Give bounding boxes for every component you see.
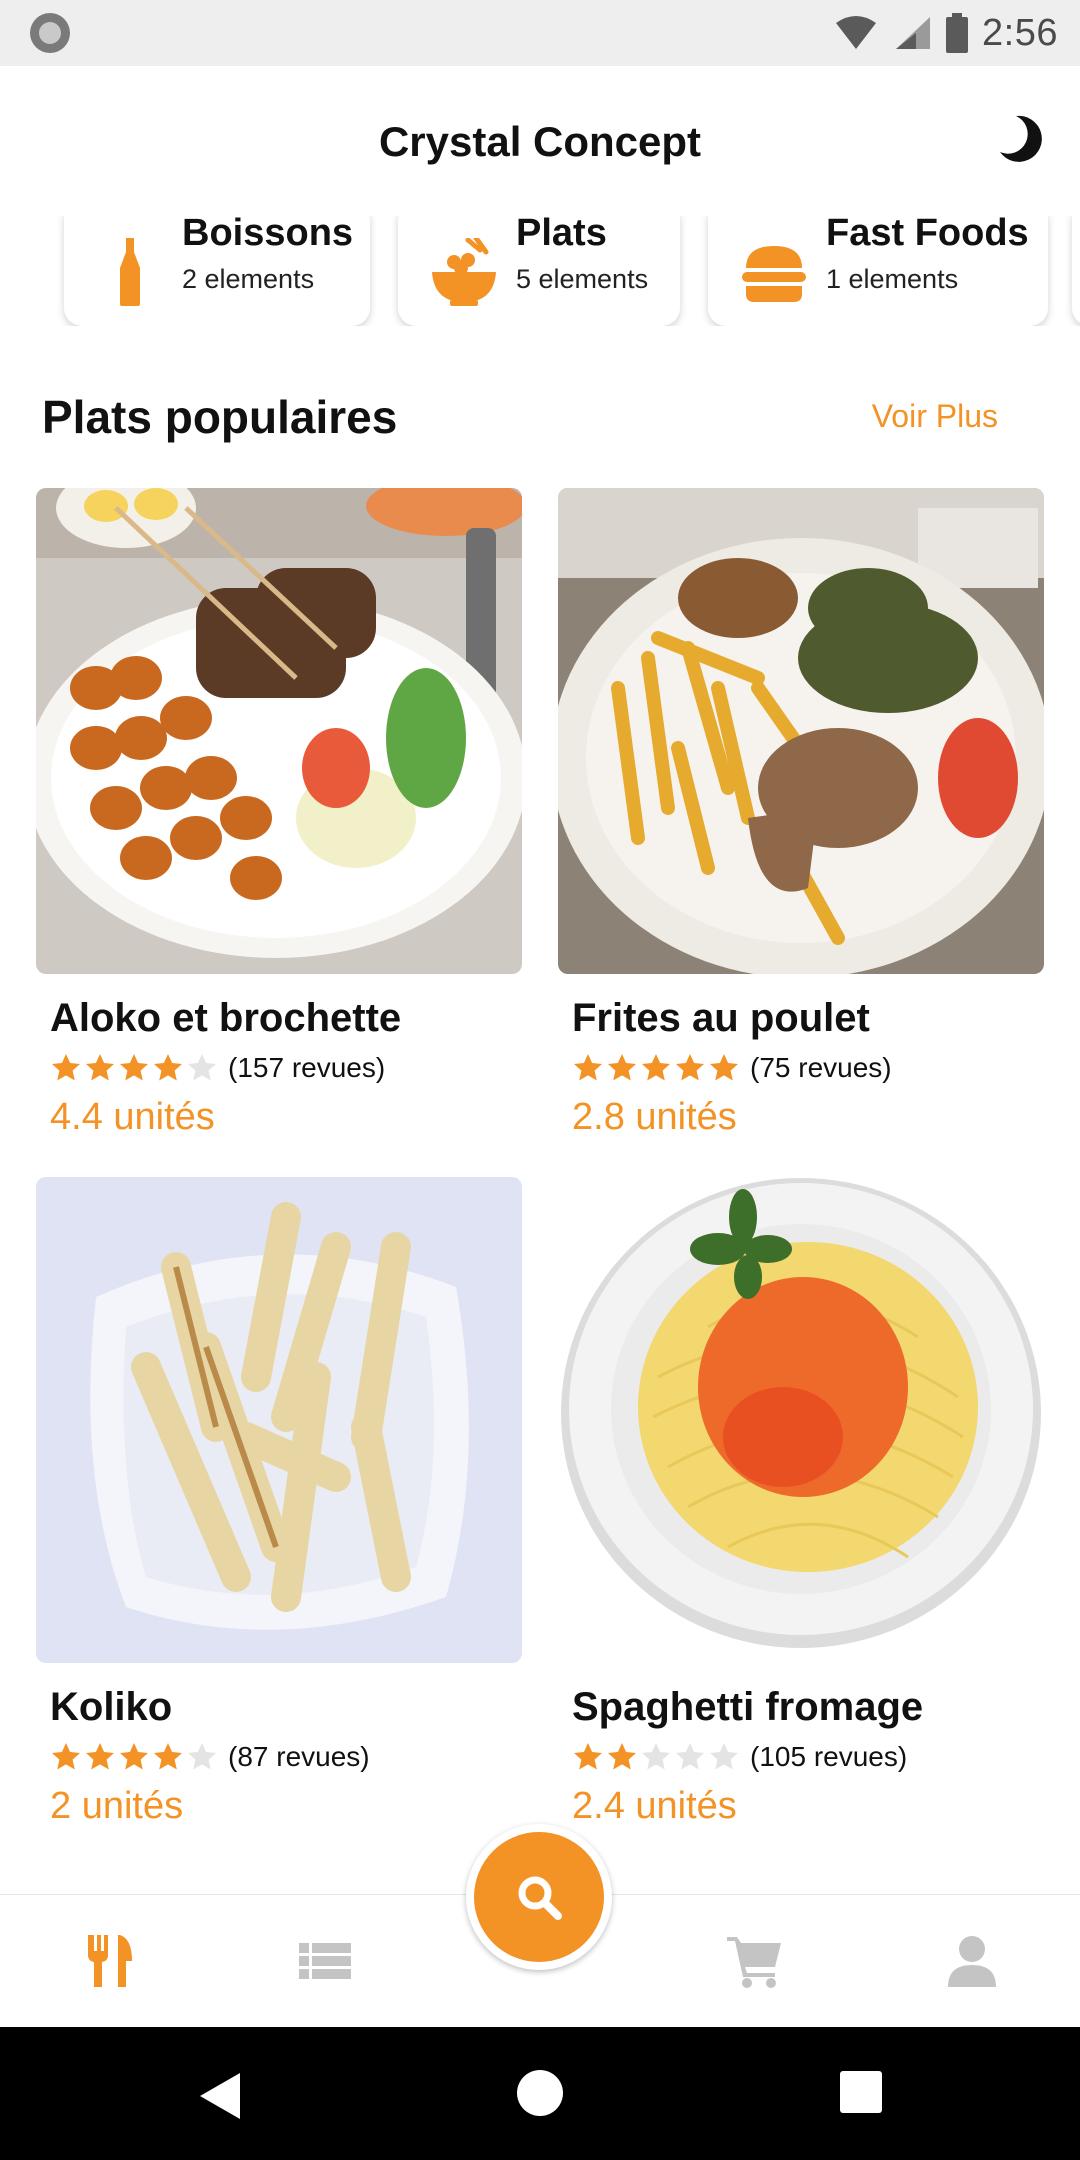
review-count: (75 revues) [750,1052,892,1083]
dish-price: 4.4 unités [50,1096,215,1138]
dish-rating: (105 revues) [572,1739,907,1775]
recents-icon[interactable] [838,2069,884,2115]
category-count: 2 elements [182,264,315,294]
dish-name: Koliko [50,1685,173,1729]
star-empty-icon [642,1743,670,1770]
see-more-link[interactable]: Voir Plus [872,398,998,435]
category-name: Boissons [182,216,354,254]
system-nav-bar [0,2027,1080,2160]
search-button-face [474,1832,604,1962]
status-time: 2:56 [982,11,1058,54]
search-icon [518,1876,562,1920]
dish-image[interactable] [558,488,1044,974]
star-filled-icon [710,1054,738,1081]
dish-image[interactable] [36,1177,522,1663]
user-icon[interactable] [942,1931,1002,1991]
back-icon[interactable] [196,2069,244,2123]
dish-card[interactable]: Koliko (87 revues) 2 unités [36,1177,522,1827]
star-filled-icon [676,1054,704,1081]
star-filled-icon [52,1743,80,1770]
category-count: 1 elements [826,264,959,294]
star-empty-icon [710,1743,738,1770]
review-count: (87 revues) [228,1741,370,1772]
star-rating [572,1741,740,1773]
app-title: Crystal Concept [378,118,702,165]
star-filled-icon [154,1743,182,1770]
category-card-fast-foods[interactable]: Fast Foods 1 elements [708,216,1048,326]
status-bar: 2:56 [0,0,1080,66]
dish-card[interactable]: Frites au poulet (75 revues) 2.8 unités [558,488,1044,1138]
dish-price: 2.4 unités [572,1785,737,1827]
category-list: Boissons 2 elements Plats 5 elements Fas… [0,216,1080,326]
utensils-icon[interactable] [80,1931,140,1991]
bottle-icon [120,238,140,306]
star-empty-icon [676,1743,704,1770]
dish-price: 2.8 unités [572,1096,737,1138]
dish-rating: (75 revues) [572,1050,892,1086]
star-filled-icon [642,1054,670,1081]
star-filled-icon [574,1743,602,1770]
dish-card[interactable]: Aloko et brochette (157 revues) 4.4 unit… [36,488,522,1138]
list-icon[interactable] [295,1931,355,1991]
category-count: 5 elements [516,264,649,294]
signal-icon [896,17,931,49]
dish-image[interactable] [558,1177,1044,1663]
review-count: (157 revues) [228,1052,386,1083]
search-button[interactable] [466,1824,612,1970]
star-empty-icon [188,1743,216,1770]
star-filled-icon [574,1054,602,1081]
status-indicators: 2:56 [834,8,1058,58]
dish-name: Spaghetti fromage [572,1685,924,1729]
category-card-boissons[interactable]: Boissons 2 elements [64,216,370,326]
star-filled-icon [608,1743,636,1770]
dish-rating: (157 revues) [50,1050,385,1086]
star-rating [50,1741,218,1773]
dish-price: 2 unités [50,1785,184,1827]
category-card-plats[interactable]: Plats 5 elements [398,216,680,326]
star-rating [50,1052,218,1084]
battery-icon [946,13,969,53]
moon-icon[interactable] [996,112,1050,166]
dish-name: Aloko et brochette [50,996,402,1040]
burger-icon [742,246,806,302]
wifi-icon [836,16,877,49]
category-card-partial[interactable] [1072,216,1080,326]
review-count: (105 revues) [750,1741,908,1772]
star-empty-icon [188,1054,216,1081]
dish-image[interactable] [36,488,522,974]
bowl-icon [432,238,496,306]
star-filled-icon [154,1054,182,1081]
notification-icon [30,13,70,53]
star-filled-icon [120,1743,148,1770]
category-name: Plats [516,216,607,254]
star-filled-icon [86,1743,114,1770]
dish-name: Frites au poulet [572,996,870,1040]
star-rating [572,1052,740,1084]
star-filled-icon [608,1054,636,1081]
cart-icon[interactable] [725,1931,785,1991]
section-title: Plats populaires [42,391,398,443]
star-filled-icon [52,1054,80,1081]
star-filled-icon [86,1054,114,1081]
category-name: Fast Foods [826,216,1029,254]
dish-card[interactable]: Spaghetti fromage (105 revues) 2.4 unité… [558,1177,1044,1827]
dish-rating: (87 revues) [50,1739,370,1775]
star-filled-icon [120,1054,148,1081]
home-icon[interactable] [516,2069,564,2117]
app-header: Crystal Concept [0,66,1080,216]
